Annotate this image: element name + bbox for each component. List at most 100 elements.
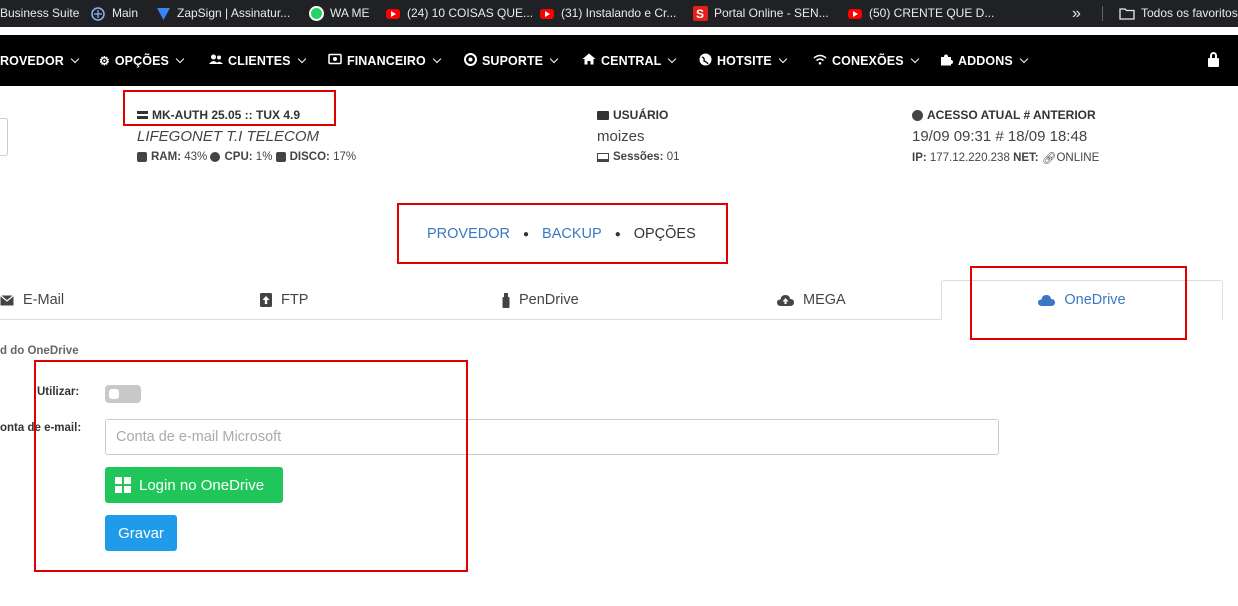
nav-provedor[interactable]: ROVEDOR xyxy=(0,35,80,86)
nav-conexoes[interactable]: CONEXÕES xyxy=(813,35,919,86)
id-card-icon xyxy=(597,110,609,120)
link-icon: 🔗︎ xyxy=(1041,153,1057,165)
connection-row: IP: 177.12.220.238 NET: 🔗︎ ONLINE xyxy=(912,151,1099,165)
nav-financeiro[interactable]: FINANCEIRO xyxy=(328,35,442,86)
tab-pendrive[interactable]: PenDrive xyxy=(502,280,579,320)
highlight-box-breadcrumb xyxy=(397,203,728,264)
sessions-value: 01 xyxy=(666,151,680,163)
chevron-down-icon xyxy=(432,54,442,63)
sessions-label: Sessões: xyxy=(613,151,664,163)
zapsign-icon xyxy=(155,6,171,22)
bookmark-youtube-1[interactable]: (24) 10 COISAS QUE... xyxy=(385,0,533,27)
bookmark-youtube-3[interactable]: (50) CRENTE QUE D... xyxy=(847,0,994,27)
disk-label: DISCO: xyxy=(289,151,330,163)
bookmark-main[interactable]: Main xyxy=(90,0,138,27)
cloud-upload-icon xyxy=(777,294,794,306)
cpu-value: 1% xyxy=(255,151,273,163)
youtube-icon xyxy=(847,6,863,22)
chevron-down-icon xyxy=(1019,54,1029,63)
nav-suporte[interactable]: SUPORTE xyxy=(464,35,559,86)
disk-icon xyxy=(275,152,286,162)
bookmark-business-suite[interactable]: Business Suite xyxy=(0,0,79,27)
chevron-down-icon xyxy=(175,54,185,63)
bookmark-zapsign[interactable]: ZapSign | Assinatur... xyxy=(155,0,290,27)
main-navbar: ROVEDOR ⚙ OPÇÕES CLIENTES FINANCEIRO SUPO… xyxy=(0,35,1238,86)
tab-mega[interactable]: MEGA xyxy=(777,280,846,320)
user-label: USUÁRIO xyxy=(613,108,669,122)
ram-label: RAM: xyxy=(151,151,182,163)
access-label-row: ACESSO ATUAL # ANTERIOR xyxy=(912,108,1099,122)
chevron-down-icon xyxy=(70,54,80,63)
chevron-down-icon xyxy=(910,54,919,63)
nav-hotsite[interactable]: HOTSITE xyxy=(699,35,788,86)
puzzle-icon xyxy=(940,53,953,69)
database-icon xyxy=(137,152,147,162)
company-name: LIFEGONET T.I TELECOM xyxy=(137,128,319,145)
main-icon xyxy=(90,6,106,22)
bookmark-portal-online[interactable]: S Portal Online - SEN... xyxy=(692,0,829,27)
divider xyxy=(1102,6,1103,21)
nav-clientes[interactable]: CLIENTES xyxy=(209,35,306,86)
highlight-box-onedrive-tab xyxy=(970,266,1187,340)
nav-label: HOTSITE xyxy=(717,53,772,68)
cpu-label: CPU: xyxy=(224,151,253,163)
bookmark-youtube-2[interactable]: (31) Instalando e Cr... xyxy=(539,0,676,27)
lock-icon[interactable] xyxy=(1208,52,1219,68)
all-favorites-label: Todos os favoritos xyxy=(1141,6,1238,20)
section-title: d do OneDrive xyxy=(0,345,79,357)
wifi-icon xyxy=(813,54,827,68)
bookmark-label: Portal Online - SEN... xyxy=(714,6,829,20)
cpu-icon xyxy=(210,152,221,162)
nav-addons[interactable]: ADDONS xyxy=(940,35,1029,86)
support-icon xyxy=(464,52,477,69)
bookmarks-overflow-button[interactable]: » xyxy=(1072,0,1081,27)
resource-stats: RAM: 43% CPU: 1% DISCO: 17% xyxy=(137,151,356,163)
bookmarks-bar: Business Suite Main ZapSign | Assinatur.… xyxy=(0,0,1238,27)
home-icon xyxy=(582,53,596,68)
bookmark-label: (31) Instalando e Cr... xyxy=(561,6,677,20)
gear-icon: ⚙ xyxy=(99,53,110,68)
bookmark-label: Business Suite xyxy=(0,6,80,20)
whatsapp-icon xyxy=(308,6,324,22)
nav-central[interactable]: CENTRAL xyxy=(582,35,677,86)
tab-label: MEGA xyxy=(803,292,846,308)
folder-icon xyxy=(1119,6,1135,22)
ip-label: IP: xyxy=(912,152,927,164)
access-label: ACESSO ATUAL # ANTERIOR xyxy=(927,108,1096,122)
youtube-icon xyxy=(385,6,401,22)
bookmark-wa-me[interactable]: WA ME xyxy=(308,0,370,27)
ram-value: 43% xyxy=(184,151,208,163)
chevron-double-right-icon: » xyxy=(1072,5,1081,22)
disk-value: 17% xyxy=(333,151,357,163)
envelope-icon xyxy=(0,294,14,306)
usb-icon xyxy=(502,292,510,308)
chevron-down-icon xyxy=(668,54,677,63)
tab-label: FTP xyxy=(281,292,309,308)
nav-label: CONEXÕES xyxy=(832,53,904,68)
nav-label: ROVEDOR xyxy=(0,53,64,68)
bookmark-label: (50) CRENTE QUE D... xyxy=(869,6,995,20)
chevron-down-icon xyxy=(778,54,788,63)
nav-label: CENTRAL xyxy=(601,53,662,68)
nav-label: OPÇÕES xyxy=(114,53,169,68)
collapsed-panel-handle[interactable] xyxy=(0,118,8,156)
tab-label: E-Mail xyxy=(23,292,65,308)
net-value: ONLINE xyxy=(1056,152,1100,164)
net-label: NET: xyxy=(1013,152,1039,164)
monitor-icon xyxy=(597,152,609,162)
bookmark-label: (24) 10 COISAS QUE... xyxy=(407,6,534,20)
user-info: USUÁRIO moizes Sessões: 01 xyxy=(597,108,680,163)
bookmark-label: Main xyxy=(112,6,139,20)
nav-label: ADDONS xyxy=(958,53,1013,68)
tab-ftp[interactable]: FTP xyxy=(260,280,308,320)
nav-label: FINANCEIRO xyxy=(347,53,426,68)
highlight-box-form xyxy=(34,360,468,572)
username: moizes xyxy=(597,128,645,145)
access-times: 19/09 09:31 # 18/09 18:48 xyxy=(912,128,1088,145)
tab-email[interactable]: E-Mail xyxy=(0,280,64,320)
nav-opcoes[interactable]: ⚙ OPÇÕES xyxy=(99,35,185,86)
access-info: ACESSO ATUAL # ANTERIOR 19/09 09:31 # 18… xyxy=(912,108,1099,165)
user-label-row: USUÁRIO xyxy=(597,108,680,122)
all-favorites-button[interactable]: Todos os favoritos xyxy=(1119,0,1238,27)
tab-label: PenDrive xyxy=(519,292,579,308)
